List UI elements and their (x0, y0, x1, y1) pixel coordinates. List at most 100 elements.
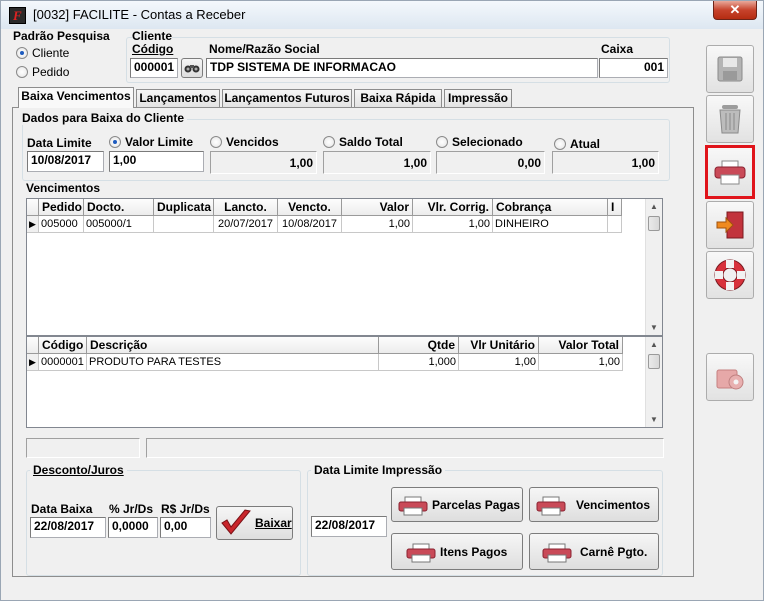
col-duplicata[interactable]: Duplicata (154, 199, 214, 216)
app-logo-icon: F (9, 7, 26, 24)
table-cell[interactable]: 1,000 (379, 354, 459, 371)
nome-field[interactable]: TDP SISTEMA DE INFORMACAO (206, 58, 598, 78)
vencimentos-grid[interactable]: Pedido Docto. Duplicata Lancto. Vencto. … (26, 198, 663, 336)
parcelas-pagas-label: Parcelas Pagas (432, 498, 521, 512)
printer-icon (536, 496, 566, 516)
delete-button[interactable] (706, 95, 754, 143)
radio-pedido-label: Pedido (32, 65, 70, 79)
scroll-thumb[interactable] (648, 354, 660, 369)
itens-scrollbar[interactable]: ▲ ▼ (645, 337, 662, 427)
col-cobranca[interactable]: Cobrança (493, 199, 608, 216)
tab-lancamentos-futuros[interactable]: Lançamentos Futuros (222, 89, 352, 107)
baixar-button[interactable]: Baixar (216, 506, 293, 540)
data-baixa-field[interactable]: 22/08/2017 (30, 517, 106, 538)
data-limite-label: Data Limite (27, 136, 92, 150)
printer-icon (398, 496, 428, 516)
impressao-data-field[interactable]: 22/08/2017 (311, 516, 387, 537)
col-pedido[interactable]: Pedido (39, 199, 84, 216)
vencimentos-scrollbar[interactable]: ▲ ▼ (645, 199, 662, 335)
vencimentos-print-label: Vencimentos (576, 498, 651, 512)
tab-baixa-rapida[interactable]: Baixa Rápida (354, 89, 442, 107)
data-limite-field[interactable]: 10/08/2017 (27, 151, 104, 172)
row-indicator-icon: ▶ (27, 216, 39, 233)
parcelas-pagas-button[interactable]: Parcelas Pagas (391, 487, 523, 522)
vencimentos-title: Vencimentos (26, 181, 101, 195)
col-docto[interactable]: Docto. (84, 199, 154, 216)
settings-button[interactable] (706, 353, 754, 401)
tab-lancamentos[interactable]: Lançamentos (136, 89, 220, 107)
radio-cliente[interactable] (16, 47, 28, 59)
scroll-up-icon[interactable]: ▲ (650, 340, 658, 349)
tab-baixa-vencimentos[interactable]: Baixa Vencimentos (18, 87, 134, 108)
radio-valor-limite[interactable] (109, 136, 121, 148)
col-vencto[interactable]: Vencto. (278, 199, 342, 216)
table-cell[interactable] (154, 216, 214, 233)
col-vlr-corrig[interactable]: Vlr. Corrig. (413, 199, 493, 216)
itens-pagos-button[interactable]: Itens Pagos (391, 533, 523, 570)
valor-limite-field[interactable]: 1,00 (109, 151, 204, 172)
table-cell[interactable]: 0000001 (39, 354, 87, 371)
vencimentos-print-button[interactable]: Vencimentos (529, 487, 659, 522)
table-cell[interactable]: DINHEIRO (493, 216, 608, 233)
pct-label: % Jr/Ds (109, 502, 154, 516)
scroll-down-icon[interactable]: ▼ (650, 415, 658, 424)
table-cell[interactable]: 20/07/2017 (214, 216, 278, 233)
printer-icon (406, 543, 436, 563)
itens-pagos-label: Itens Pagos (440, 545, 508, 559)
radio-atual[interactable] (554, 138, 566, 150)
checkmark-icon (221, 509, 251, 535)
padrao-title: Padrão Pesquisa (13, 29, 110, 43)
table-cell[interactable]: 005000 (39, 216, 84, 233)
table-cell[interactable] (608, 216, 622, 233)
vencidos-value: 1,00 (210, 151, 317, 174)
trash-icon (719, 105, 741, 134)
atual-label: Atual (570, 137, 600, 151)
atual-value: 1,00 (552, 151, 659, 174)
binoculars-icon (184, 65, 200, 73)
help-lifebuoy-icon (714, 259, 746, 291)
caixa-field[interactable]: 001 (599, 58, 668, 78)
radio-selecionado[interactable] (436, 136, 448, 148)
close-button[interactable]: ✕ (713, 1, 757, 20)
exit-button[interactable] (706, 201, 754, 249)
table-cell[interactable]: 1,00 (459, 354, 539, 371)
table-cell[interactable]: 1,00 (539, 354, 623, 371)
col-descricao[interactable]: Descrição (87, 337, 379, 354)
caixa-label: Caixa (601, 42, 634, 56)
pct-field[interactable]: 0,0000 (108, 517, 158, 538)
grid-corner (27, 337, 39, 354)
table-cell[interactable]: 1,00 (342, 216, 413, 233)
col-lancto[interactable]: Lancto. (214, 199, 278, 216)
window-title: [0032] FACILITE - Contas a Receber (33, 7, 246, 22)
col-qtde[interactable]: Qtde (379, 337, 459, 354)
printer-icon (542, 543, 572, 563)
col-codigo[interactable]: Código (39, 337, 87, 354)
rs-label: R$ Jr/Ds (161, 502, 210, 516)
tab-impressao[interactable]: Impressão (444, 89, 512, 107)
scroll-up-icon[interactable]: ▲ (650, 202, 658, 211)
codigo-field[interactable]: 000001 (130, 58, 178, 78)
itens-grid[interactable]: Código Descrição Qtde Vlr Unitário Valor… (26, 336, 663, 428)
col-vlr-unitario[interactable]: Vlr Unitário (459, 337, 539, 354)
selecionado-value: 0,00 (436, 151, 545, 174)
table-cell[interactable]: 10/08/2017 (278, 216, 342, 233)
carne-pgto-button[interactable]: Carnê Pgto. (529, 533, 659, 570)
binoculars-search-button[interactable] (181, 58, 203, 78)
save-button[interactable] (706, 45, 754, 93)
col-i[interactable]: I (608, 199, 622, 216)
col-valor[interactable]: Valor (342, 199, 413, 216)
print-button[interactable] (705, 145, 755, 199)
impressao-title: Data Limite Impressão (311, 463, 446, 477)
settings-icon (716, 369, 744, 390)
table-cell[interactable]: 005000/1 (84, 216, 154, 233)
col-valor-total[interactable]: Valor Total (539, 337, 623, 354)
radio-saldo-total[interactable] (323, 136, 335, 148)
radio-pedido[interactable] (16, 66, 28, 78)
table-cell[interactable]: 1,00 (413, 216, 493, 233)
rs-field[interactable]: 0,00 (160, 517, 211, 538)
radio-vencidos[interactable] (210, 136, 222, 148)
scroll-thumb[interactable] (648, 216, 660, 231)
scroll-down-icon[interactable]: ▼ (650, 323, 658, 332)
table-cell[interactable]: PRODUTO PARA TESTES (87, 354, 379, 371)
help-button[interactable] (706, 251, 754, 299)
